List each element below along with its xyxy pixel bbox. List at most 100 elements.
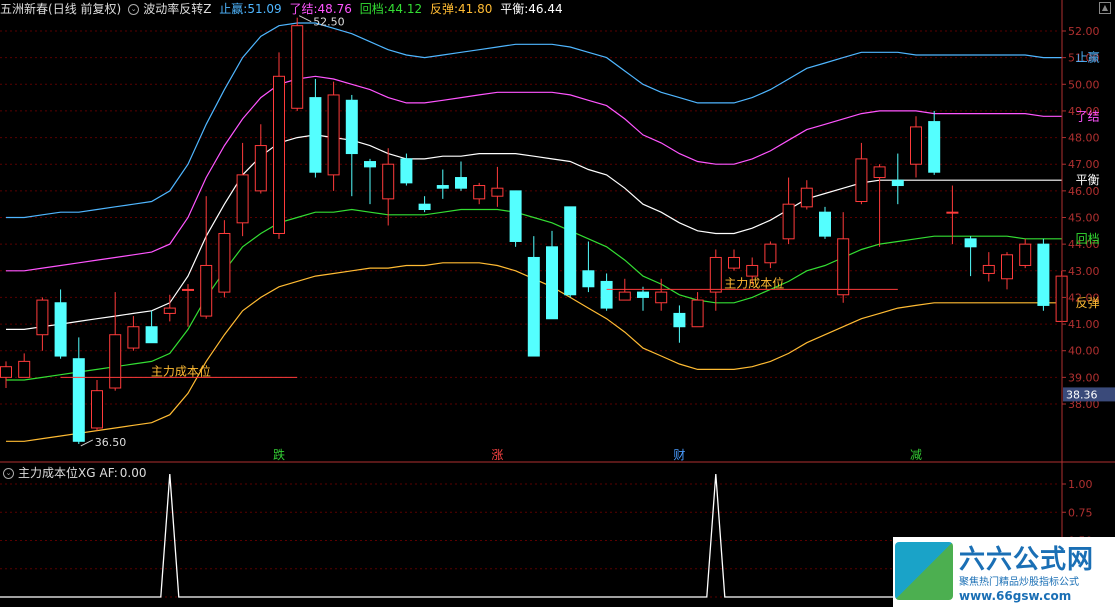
chart-canvas: 38.0039.0040.0041.0042.0043.0044.0045.00… xyxy=(0,0,1115,607)
signal-marker: 跌 xyxy=(273,447,285,462)
candle-body-up xyxy=(982,264,995,274)
watermark-subtitle: 聚焦热门精品炒股指标公式 xyxy=(959,577,1079,588)
sub-tick-label: 1.00 xyxy=(1068,478,1093,491)
liaojie-label: 了结: xyxy=(289,2,318,16)
candle-body-up xyxy=(327,94,340,176)
watermark-url: www.66gsw.com xyxy=(959,589,1072,603)
candle-body-down xyxy=(527,256,540,357)
candle-body-down xyxy=(600,280,613,309)
low-price-label: 36.50 xyxy=(95,436,127,449)
candle-body-down xyxy=(1037,243,1050,306)
huidang-tag: 回档 xyxy=(1076,232,1100,246)
candle-body-down xyxy=(964,238,977,248)
candle-body-up xyxy=(837,238,850,296)
candle-body-down xyxy=(546,246,558,320)
price-tick-label: 39.00 xyxy=(1068,371,1100,384)
candle-body-up xyxy=(127,326,140,349)
cost-line-label: 主力成本位 xyxy=(724,275,784,290)
zhiying-value: 51.09 xyxy=(247,2,282,16)
candle-body-down xyxy=(54,302,67,357)
candle-body-down xyxy=(819,211,831,237)
indicator-toggle-icon[interactable]: ⌄ xyxy=(128,4,140,15)
indicator-name[interactable]: 波动率反转Z xyxy=(143,2,211,16)
cost-line-label: 主力成本位 xyxy=(151,363,211,378)
candle-body-up xyxy=(18,360,31,378)
chart-labels: 主力成本位主力成本位52.5036.50止赢了结平衡回档反弹38.36跌涨财减 xyxy=(80,15,1115,462)
current-price-label: 38.36 xyxy=(1066,388,1098,401)
candle-body-down xyxy=(364,161,376,168)
price-tick-label: 47.00 xyxy=(1068,158,1100,171)
pingheng-label: 平衡: xyxy=(500,2,529,16)
candle-body-up xyxy=(218,232,231,293)
huidang-label: 回档: xyxy=(359,2,388,16)
candle-body-down xyxy=(455,177,467,189)
sub-header: ⌄ 主力成本位XG AF: 0.00 xyxy=(0,464,150,482)
zhiying-label: 止赢: xyxy=(219,2,248,16)
candle-body-up xyxy=(200,264,213,317)
candle-body-down xyxy=(564,206,577,296)
candle-body-down xyxy=(928,121,941,173)
stock-name[interactable]: 五洲新春 xyxy=(0,2,48,16)
candle-body-up xyxy=(254,145,267,192)
sub-indicator-name[interactable]: 主力成本位XG xyxy=(18,466,96,480)
candle-body-up xyxy=(473,185,486,200)
candle-body-down xyxy=(400,158,413,184)
candle-body-down xyxy=(145,326,158,344)
candle-body-up xyxy=(1019,243,1032,266)
fantan-value: 41.80 xyxy=(458,2,493,16)
pingheng-tag: 平衡 xyxy=(1076,173,1100,187)
zhiying-line xyxy=(6,22,1062,219)
fantan-tag: 反弹 xyxy=(1076,296,1100,310)
candle-body-down xyxy=(309,97,322,173)
price-tick-label: 41.00 xyxy=(1068,318,1100,331)
candle-body-up xyxy=(0,366,12,378)
fantan-label: 反弹: xyxy=(429,2,459,16)
candle-body-up xyxy=(291,25,304,109)
band-lines xyxy=(6,22,1062,442)
candle-body-down xyxy=(673,312,686,328)
zhiying-tag: 止赢 xyxy=(1076,50,1100,65)
candle-body-up xyxy=(800,187,813,208)
candle-body-up xyxy=(764,243,777,264)
watermark-title: 六六公式网 xyxy=(959,545,1095,575)
candle-body-down xyxy=(418,203,431,211)
candle-body-up xyxy=(163,307,176,314)
period-label[interactable]: (日线 前复权) xyxy=(48,2,121,16)
collapse-icon[interactable]: ▲ xyxy=(1099,2,1111,14)
candles xyxy=(0,17,1068,444)
candle-body-down xyxy=(509,190,522,242)
main-header: 五洲新春(日线 前复权) ⌄ 波动率反转Z 止赢:51.09 了结:48.76 回档… xyxy=(0,0,567,18)
signal-marker: 财 xyxy=(673,448,685,462)
price-tick-label: 52.00 xyxy=(1068,25,1100,38)
candle-body-up xyxy=(782,203,795,240)
price-tick-label: 43.00 xyxy=(1068,265,1100,278)
candle-body-up xyxy=(491,187,504,197)
price-tick-label: 48.00 xyxy=(1068,132,1100,145)
candle-body-up xyxy=(855,158,868,203)
logo-icon xyxy=(895,542,953,600)
sub-indicator-toggle-icon[interactable]: ⌄ xyxy=(3,468,14,479)
candle-body-down xyxy=(582,270,595,288)
af-label: AF: xyxy=(99,466,118,480)
liaojie-value: 48.76 xyxy=(317,2,352,16)
candle-body-up xyxy=(946,211,959,214)
candle-body-down xyxy=(345,99,358,155)
af-value: 0.00 xyxy=(119,466,147,480)
pingheng-value: 46.44 xyxy=(528,2,563,16)
candle-body-up xyxy=(91,390,103,429)
candle-body-up xyxy=(1001,254,1013,280)
candle-body-up xyxy=(728,256,740,269)
huidang-value: 44.12 xyxy=(387,2,423,16)
signal-marker: 减 xyxy=(910,448,922,462)
candle-body-up xyxy=(910,126,922,165)
candle-body-up xyxy=(691,299,704,328)
candle-body-up xyxy=(109,334,122,389)
price-tick-label: 50.00 xyxy=(1068,78,1100,91)
candle-body-up xyxy=(236,174,249,224)
price-tick-label: 45.00 xyxy=(1068,212,1100,225)
candle-body-up xyxy=(36,299,49,336)
candle-body-up xyxy=(182,288,194,291)
candle-body-down xyxy=(72,358,85,442)
liaojie-tag: 了结 xyxy=(1076,109,1100,123)
candle-body-down xyxy=(891,179,904,187)
